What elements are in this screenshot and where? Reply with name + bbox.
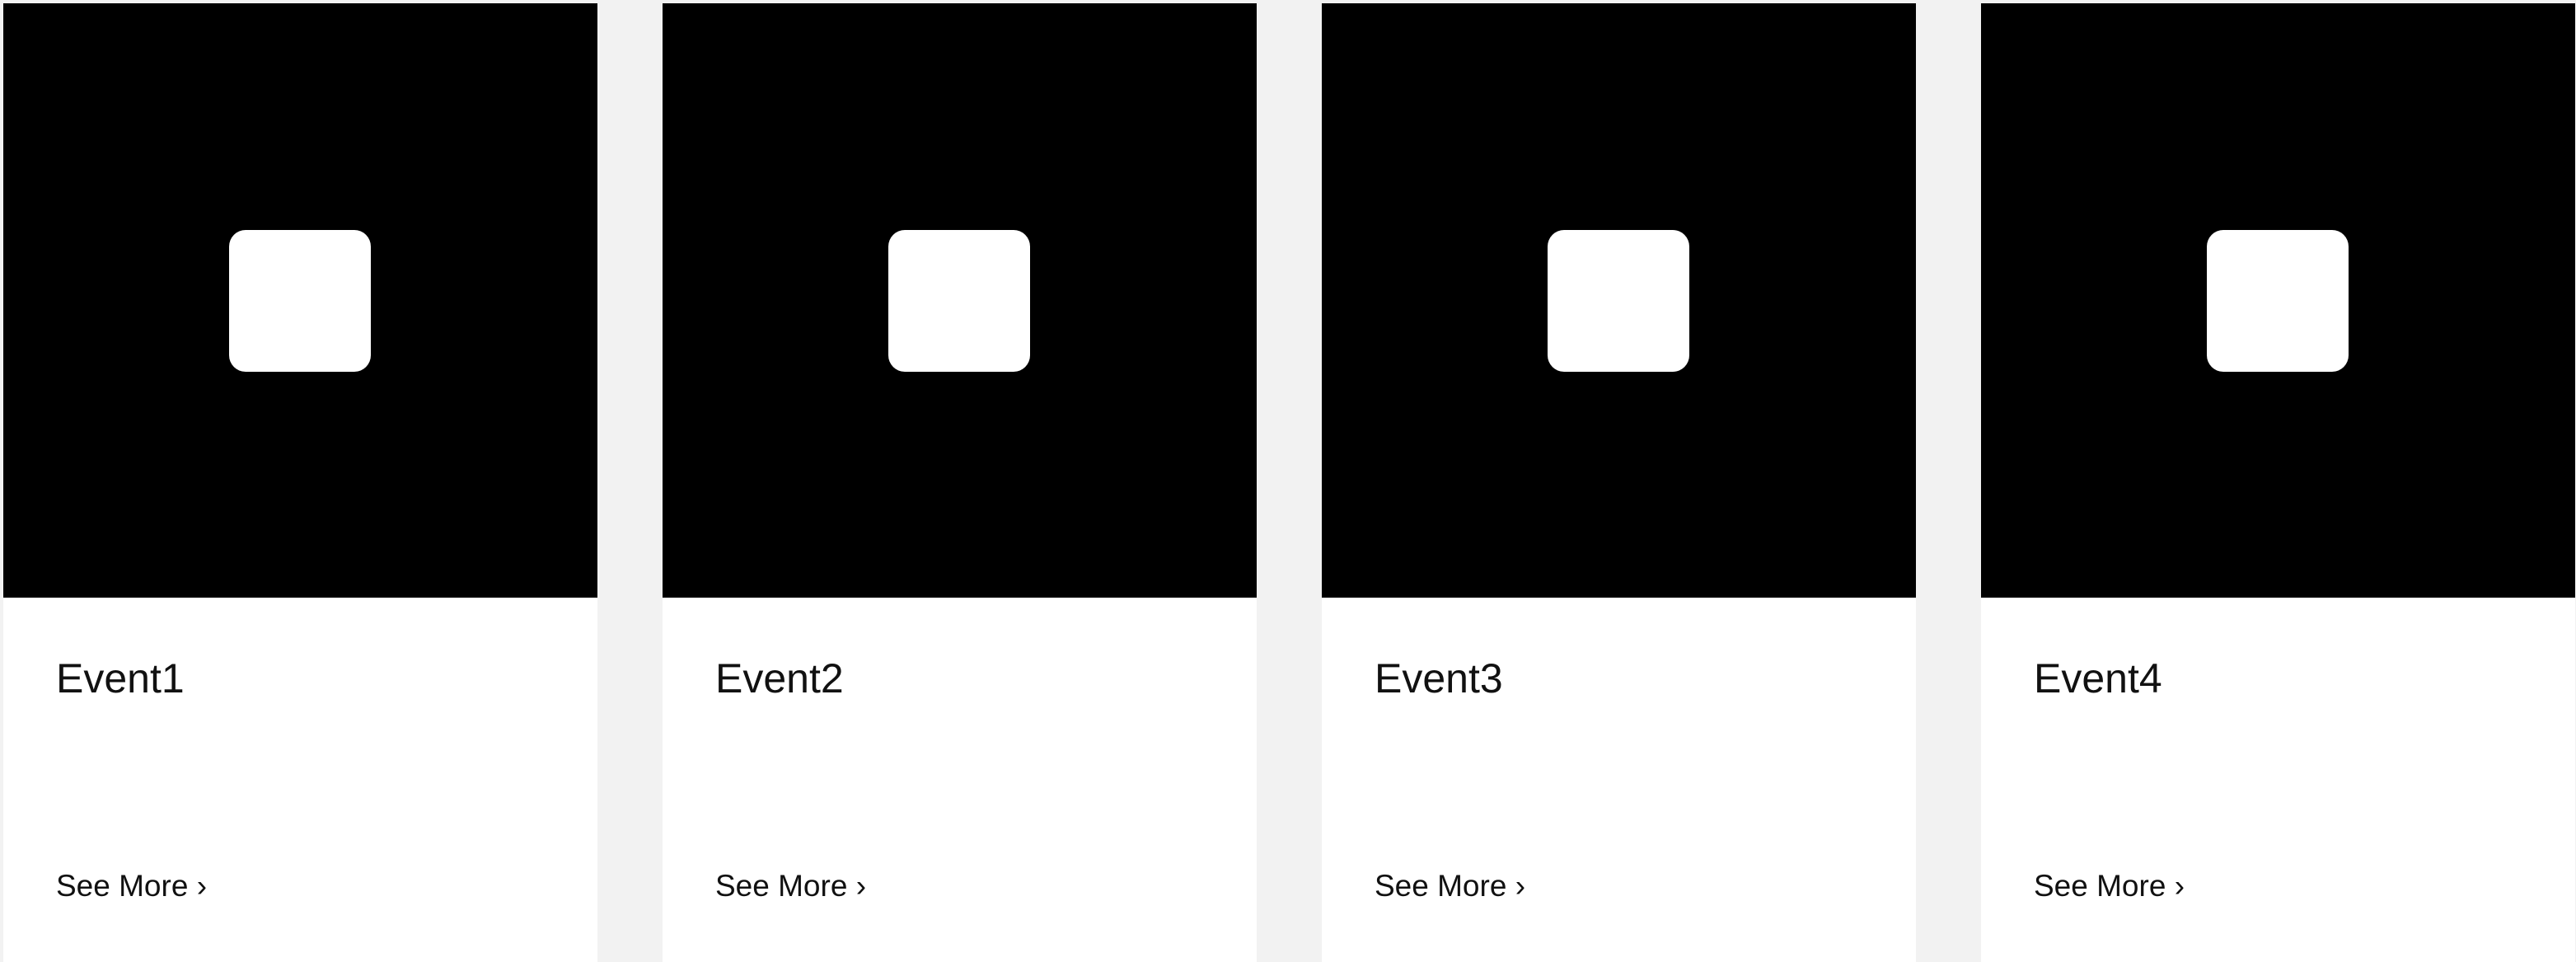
event-image: [1322, 3, 1916, 598]
see-more-link[interactable]: See More ›: [1375, 867, 1525, 905]
event-title: Event2: [715, 655, 844, 702]
event-image: [3, 3, 597, 598]
image-placeholder-icon: [888, 230, 1030, 372]
see-more-link[interactable]: See More ›: [2034, 867, 2185, 905]
event-card[interactable]: Event3 See More ›: [1322, 3, 1916, 962]
see-more-link[interactable]: See More ›: [715, 867, 866, 905]
event-title: Event4: [2034, 655, 2162, 702]
image-placeholder-icon: [1548, 230, 1689, 372]
event-card[interactable]: Event2 See More ›: [663, 3, 1257, 962]
event-title: Event1: [56, 655, 185, 702]
see-more-link[interactable]: See More ›: [56, 867, 207, 905]
event-card[interactable]: Event4 See More ›: [1981, 3, 2575, 962]
event-title: Event3: [1375, 655, 1503, 702]
event-image: [1981, 3, 2575, 598]
event-image: [663, 3, 1257, 598]
event-cards-row: Event1 See More › Event2 See More › Even…: [0, 0, 2576, 962]
image-placeholder-icon: [229, 230, 371, 372]
event-card[interactable]: Event1 See More ›: [3, 3, 597, 962]
image-placeholder-icon: [2207, 230, 2349, 372]
